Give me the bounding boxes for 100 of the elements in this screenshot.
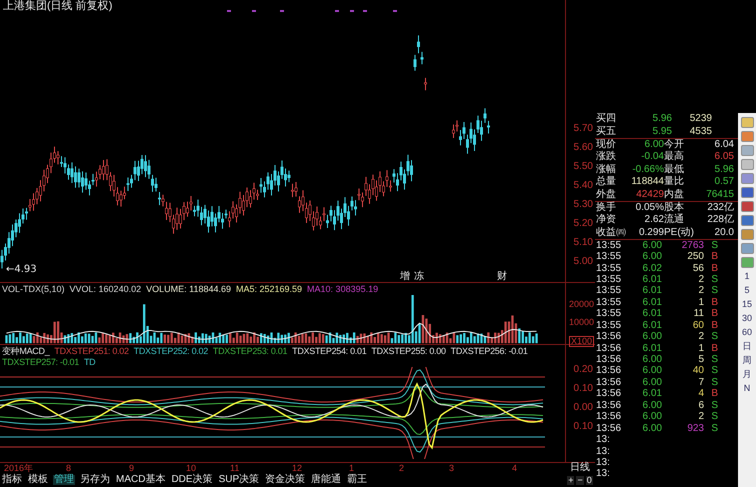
price-axis-label: 5.40 [574, 181, 593, 191]
tick-side: B [710, 320, 718, 331]
period-button[interactable]: 月 [742, 369, 752, 380]
period-button[interactable]: N [744, 383, 750, 394]
macd-legend-item: TD [84, 358, 96, 367]
tick-side: S [710, 378, 718, 388]
tick-side: B [710, 389, 718, 400]
stat-label: 股本 [664, 202, 684, 213]
tick-volume: 2 [697, 286, 704, 296]
tick-side: B [710, 264, 718, 274]
period-button[interactable]: 60 [742, 327, 752, 338]
price-axis-label: 5.50 [574, 162, 593, 172]
tick-price: 6.01 [642, 298, 662, 308]
indicator-tab[interactable]: 另存为 [79, 475, 111, 485]
indicator-tab[interactable]: 模板 [27, 475, 49, 485]
stat-label: 换手 [596, 202, 616, 213]
toolbar-icon[interactable] [740, 215, 754, 226]
period-button[interactable]: 15 [742, 299, 752, 310]
tick-volume: 2763 [680, 240, 704, 251]
indicator-tab[interactable]: DDE决策 [170, 475, 214, 485]
stat-label: 涨跌 [596, 152, 616, 162]
zoom-control[interactable]: 0 [586, 476, 593, 484]
event-mark: 财 [497, 272, 507, 282]
period-button[interactable]: 日 [742, 341, 752, 352]
indicator-tab[interactable]: 霸王 [346, 475, 368, 485]
tick-volume: 1 [697, 298, 704, 308]
stat-value: 42429 [636, 190, 664, 200]
toolbar-icon[interactable] [740, 257, 754, 268]
tick-time: 13:56 [596, 412, 622, 422]
stat-value: 232亿 [707, 202, 734, 213]
tick-side: B [710, 252, 718, 262]
tick-price: 6.00 [642, 366, 662, 376]
macd-axis-label: 0.00 [574, 403, 593, 413]
volume-legend-item: VVOL: 160240.02 [70, 285, 142, 295]
tick-time: 13:55 [596, 320, 622, 331]
toolbar-icon[interactable] [740, 131, 754, 142]
indicator-tab[interactable]: MACD基本 [115, 475, 166, 485]
indicator-tab[interactable]: 管理 [53, 475, 75, 485]
tick-time: 13:55 [596, 286, 622, 296]
toolbar-icon[interactable] [740, 159, 754, 170]
tick-side: S [710, 400, 718, 411]
tick-volume: 56 [692, 264, 704, 274]
tick-time: 13:56 [596, 344, 622, 354]
indicator-tab[interactable]: 指标 [1, 475, 23, 485]
tick-price: 6.00 [642, 252, 662, 262]
tick-time: 13:55 [596, 240, 622, 251]
tick-price: 6.01 [642, 274, 662, 285]
tick-price: 6.01 [642, 286, 662, 296]
period-button[interactable]: 5 [744, 285, 750, 296]
volume-legend-item: VOLUME: 118844.69 [146, 285, 231, 295]
tick-volume: 2 [697, 412, 704, 422]
stat-label: 内盘 [664, 190, 684, 200]
toolbar-icon[interactable] [740, 117, 754, 128]
stat-label: 总量 [596, 177, 616, 188]
volume-legend-item: MA10: 308395.19 [307, 285, 378, 295]
stat-value: 5.96 [714, 164, 734, 175]
tick-time: 13:56 [596, 378, 622, 388]
stat-label: 涨幅 [596, 164, 616, 175]
period-button[interactable]: 30 [742, 313, 752, 324]
toolbar-icon[interactable] [740, 201, 754, 212]
stat-value: 6.05 [714, 152, 734, 162]
toolbar-icon[interactable] [740, 145, 754, 156]
toolbar-icon[interactable] [740, 243, 754, 254]
tick-time: 13:55 [596, 309, 622, 320]
order-price: 5.96 [652, 114, 672, 124]
stat-label: PE(动) [664, 228, 694, 238]
period-button[interactable]: 1 [744, 271, 750, 282]
date-axis-label: 8 [66, 464, 72, 473]
tick-price: 6.01 [642, 309, 662, 320]
toolbar-icon[interactable] [740, 173, 754, 184]
date-axis-label: 10 [186, 464, 196, 473]
macd-legend-item: TDXSTEP255: 0.00 [371, 347, 446, 356]
macd-legend-item: TDXSTEP257: -0.01 [2, 358, 79, 367]
macd-legend-item: TDXSTEP251: 0.02 [54, 347, 129, 356]
tick-time: 13:56 [596, 355, 622, 365]
toolbar-icon[interactable] [740, 229, 754, 240]
stat-label: 最高 [664, 152, 684, 162]
toolbar-icon[interactable] [740, 187, 754, 198]
date-axis-label: 2016年 [4, 464, 34, 473]
stat-label: 净资 [596, 215, 616, 226]
stat-label: 今开 [664, 140, 684, 150]
stat-value: 0.57 [714, 177, 734, 188]
indicator-tab[interactable]: 唐能通 [310, 475, 342, 485]
zoom-control[interactable]: − [576, 476, 584, 484]
tick-time: 13:55 [596, 264, 622, 274]
indicator-tab[interactable]: SUP决策 [218, 475, 260, 485]
date-axis-label: 9 [129, 464, 134, 473]
tick-price: 6.00 [642, 378, 662, 388]
stat-value: 6.04 [714, 140, 734, 150]
tick-side: S [710, 412, 718, 422]
price-axis-label: 5.30 [574, 200, 593, 210]
stat-label: 最低 [664, 164, 684, 175]
indicator-tab[interactable]: 资金决策 [264, 475, 306, 485]
macd-axis-label: 0.20 [574, 365, 593, 375]
stat-value: -0.04 [641, 152, 664, 162]
tick-volume: 40 [692, 366, 704, 376]
period-button[interactable]: 周 [742, 355, 752, 366]
macd-axis-label: 0.10 [574, 384, 593, 394]
zoom-control[interactable]: + [567, 476, 574, 484]
tick-price: 6.01 [642, 320, 662, 331]
